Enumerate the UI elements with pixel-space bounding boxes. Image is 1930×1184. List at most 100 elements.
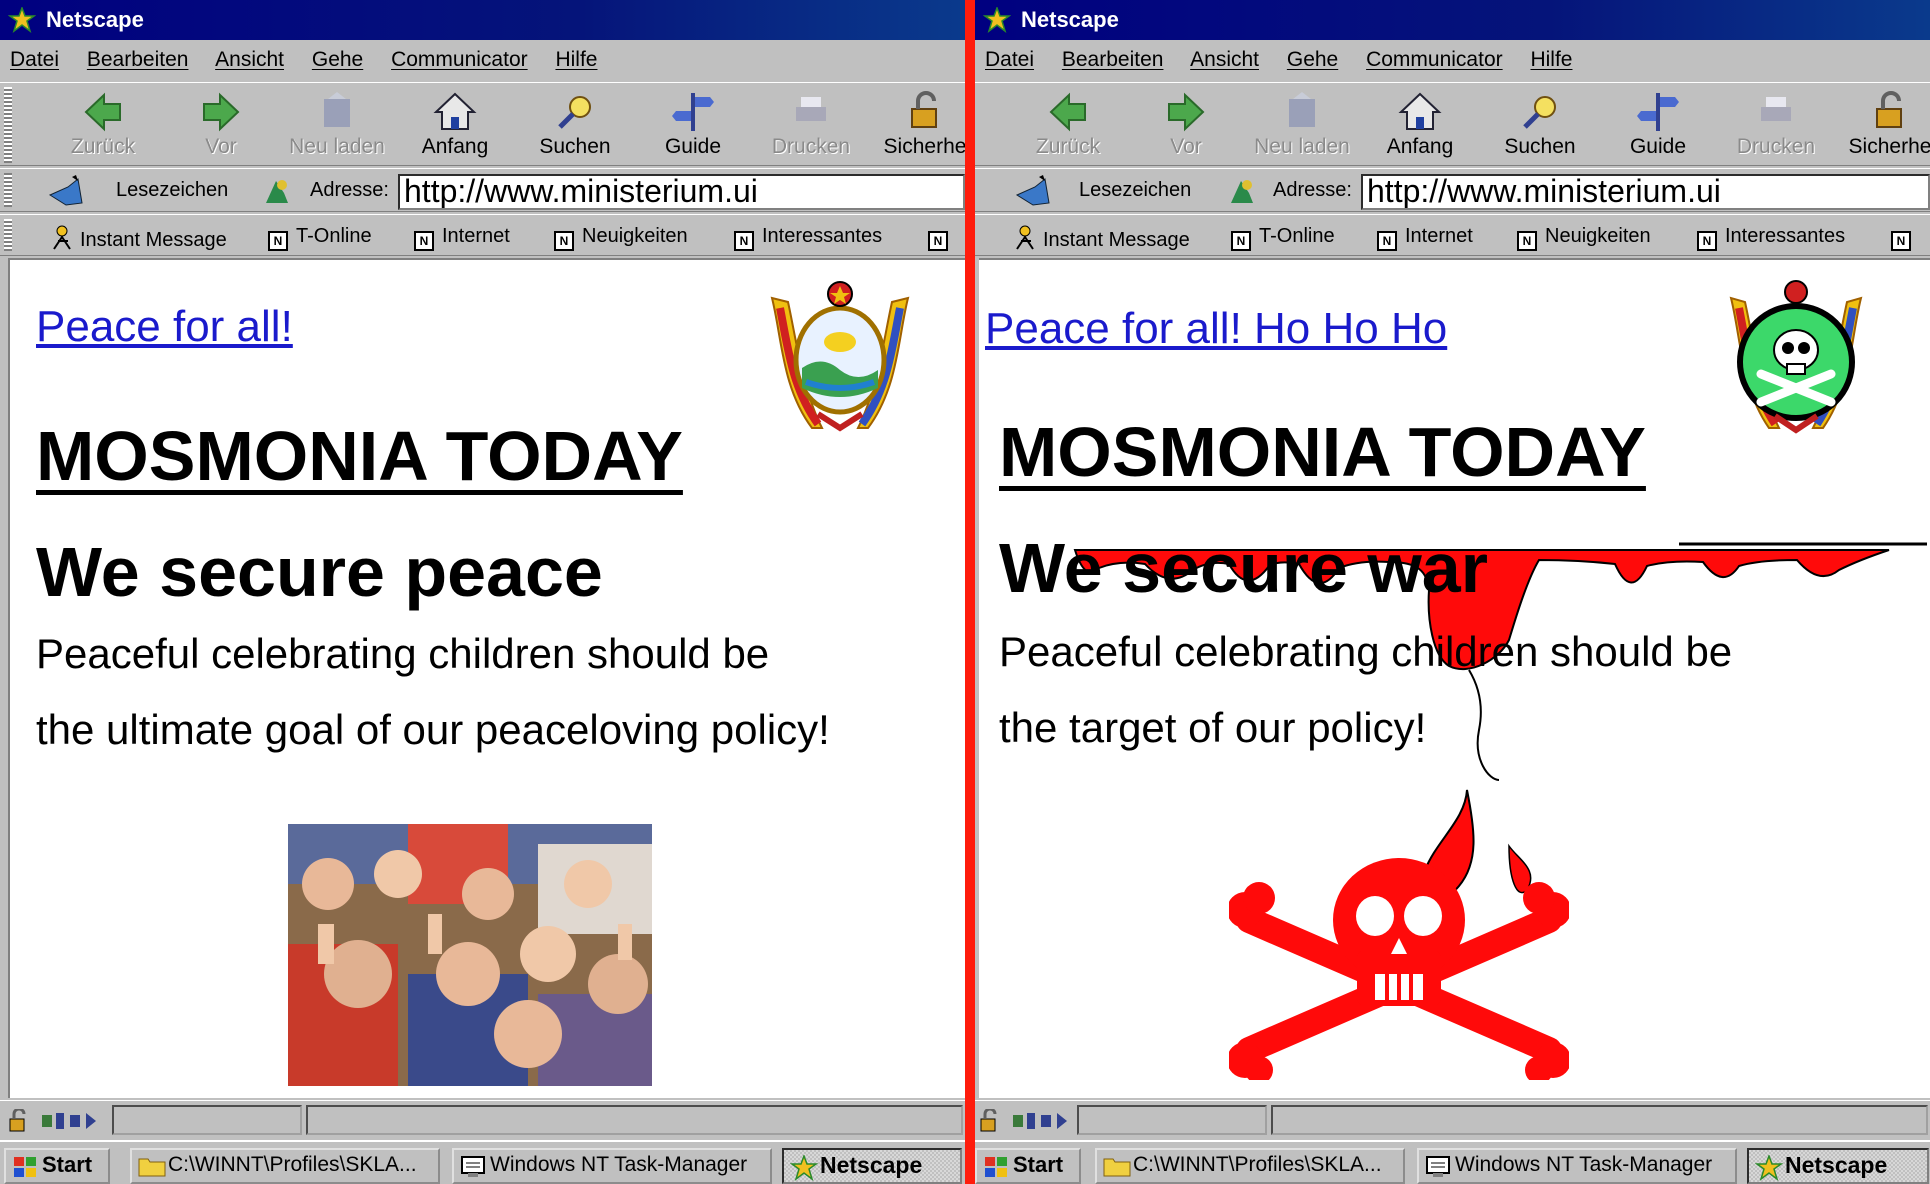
subheadline: We secure peace xyxy=(36,533,603,611)
title-bar: Netscape xyxy=(975,0,1930,40)
menu-bearbeiten[interactable]: Bearbeiten xyxy=(1062,48,1164,71)
body-line-2: the target of our policy! xyxy=(999,704,1427,751)
search-icon xyxy=(1523,96,1556,129)
padlock-icon xyxy=(911,91,937,128)
forward-button[interactable]: Vor xyxy=(166,89,276,165)
search-button[interactable]: Suchen xyxy=(1485,89,1595,165)
body-line-1: Peaceful celebrating children should be xyxy=(36,630,770,677)
reload-button[interactable]: Neu laden xyxy=(282,89,392,165)
task-explorer[interactable]: C:\WINNT\Profiles\SKLA... xyxy=(130,1148,440,1184)
back-button[interactable]: Zurück xyxy=(1013,89,1123,165)
bookmarks-label[interactable]: Lesezeichen xyxy=(1079,179,1191,202)
personal-toolbar: Instant Message N T-Online N Internet N Neu… xyxy=(975,214,1930,256)
personal-grip[interactable] xyxy=(4,219,12,251)
forward-button[interactable]: Vor xyxy=(1131,89,1241,165)
security-lock-icon[interactable] xyxy=(8,1109,36,1133)
coat-of-arms-emblem xyxy=(770,281,910,432)
bookmark-neuigkeiten[interactable]: N Neuigkeiten xyxy=(554,225,688,251)
security-button[interactable]: Sicherhe xyxy=(870,89,965,165)
start-button[interactable]: Start xyxy=(4,1148,110,1184)
menu-gehe[interactable]: Gehe xyxy=(1287,48,1338,71)
reload-button[interactable]: Neu laden xyxy=(1247,89,1357,165)
bookmark-interessantes[interactable]: N Interessantes xyxy=(1697,225,1845,251)
bookmark-t-online[interactable]: N T-Online xyxy=(1231,225,1335,251)
bookmarks-label[interactable]: Lesezeichen xyxy=(116,179,228,202)
guide-icon xyxy=(672,93,714,131)
print-button[interactable]: Drucken xyxy=(1721,89,1831,165)
task-task-manager[interactable]: Windows NT Task-Manager xyxy=(452,1148,772,1184)
bookmark-interessantes[interactable]: N Interessantes xyxy=(734,225,882,251)
back-button[interactable]: Zurück xyxy=(48,89,158,165)
netscape-page-icon: N xyxy=(1891,231,1911,251)
menu-communicator[interactable]: Communicator xyxy=(391,48,528,71)
bookmarks-icon[interactable] xyxy=(1015,175,1065,207)
menu-communicator[interactable]: Communicator xyxy=(1366,48,1503,71)
security-button[interactable]: Sicherhe xyxy=(1835,89,1930,165)
netscape-page-icon: N xyxy=(928,231,948,251)
bookmark-more[interactable]: N xyxy=(1891,225,1919,251)
bookmark-internet[interactable]: N Internet xyxy=(1377,225,1473,251)
url-field[interactable]: http://www.ministerium.ui xyxy=(398,174,965,210)
skull-crossbones-icon xyxy=(1229,858,1569,1080)
bookmark-instant-message[interactable]: Instant Message xyxy=(50,225,227,252)
location-toolbar: Lesezeichen Adresse: http://www.minister… xyxy=(0,168,965,212)
task-netscape[interactable]: Netscape xyxy=(1747,1148,1929,1184)
menu-datei[interactable]: Datei xyxy=(10,48,59,71)
status-message xyxy=(306,1105,963,1135)
window-title: Netscape xyxy=(1021,7,1119,32)
netscape-icon xyxy=(790,1155,818,1181)
location-grip[interactable] xyxy=(4,173,12,207)
navigation-toolbar: Zurück Vor Neu laden Anfang Suchen Guide… xyxy=(0,82,965,166)
forward-arrow-icon xyxy=(203,92,240,132)
bookmark-t-online[interactable]: N T-Online xyxy=(268,225,372,251)
location-page-icon[interactable] xyxy=(262,177,292,205)
right-browser-window: Netscape Datei Bearbeiten Ansicht Gehe C… xyxy=(975,0,1930,1184)
menu-gehe[interactable]: Gehe xyxy=(312,48,363,71)
bookmark-internet[interactable]: N Internet xyxy=(414,225,510,251)
page-content: Peace for all! MOSMONIA TODAY We secure … xyxy=(8,258,965,1098)
component-bar-icon[interactable] xyxy=(40,1109,104,1133)
menu-bearbeiten[interactable]: Bearbeiten xyxy=(87,48,189,71)
bookmarks-icon[interactable] xyxy=(48,175,98,207)
security-lock-icon[interactable] xyxy=(979,1109,1007,1133)
home-button[interactable]: Anfang xyxy=(400,89,510,165)
home-icon xyxy=(1398,92,1442,130)
toolbar-grip[interactable] xyxy=(4,87,12,163)
menu-bar: Datei Bearbeiten Ansicht Gehe Communicat… xyxy=(975,40,1930,80)
peace-link[interactable]: Peace for all! Ho Ho Ho xyxy=(985,304,1447,354)
netscape-icon xyxy=(983,7,1011,33)
task-task-manager[interactable]: Windows NT Task-Manager xyxy=(1417,1148,1737,1184)
guide-button[interactable]: Guide xyxy=(638,89,748,165)
skull-emblem xyxy=(1729,280,1863,434)
task-manager-icon xyxy=(461,1156,485,1177)
menu-hilfe[interactable]: Hilfe xyxy=(1530,48,1572,71)
folder-icon xyxy=(138,1158,166,1177)
task-explorer[interactable]: C:\WINNT\Profiles\SKLA... xyxy=(1095,1148,1405,1184)
location-page-icon[interactable] xyxy=(1227,177,1257,205)
person-icon xyxy=(53,225,71,250)
menu-hilfe[interactable]: Hilfe xyxy=(555,48,597,71)
home-button[interactable]: Anfang xyxy=(1365,89,1475,165)
menu-ansicht[interactable]: Ansicht xyxy=(215,48,284,71)
bookmark-more[interactable]: N xyxy=(928,225,956,251)
component-bar-icon[interactable] xyxy=(1011,1109,1075,1133)
url-field[interactable]: http://www.ministerium.ui xyxy=(1361,174,1930,210)
task-manager-icon xyxy=(1426,1156,1450,1177)
print-button[interactable]: Drucken xyxy=(756,89,866,165)
search-button[interactable]: Suchen xyxy=(520,89,630,165)
menu-ansicht[interactable]: Ansicht xyxy=(1190,48,1259,71)
start-button[interactable]: C:\WINNT\Profiles\SKLA...Start xyxy=(975,1148,1081,1184)
netscape-page-icon: N xyxy=(268,231,288,251)
peace-link[interactable]: Peace for all! xyxy=(36,302,293,352)
reload-icon xyxy=(1289,92,1315,127)
body-line-1: Peaceful celebrating children should be xyxy=(999,628,1733,675)
bookmark-neuigkeiten[interactable]: N Neuigkeiten xyxy=(1517,225,1651,251)
address-label: Adresse: xyxy=(1273,179,1352,201)
red-divider xyxy=(965,0,975,1184)
menu-datei[interactable]: Datei xyxy=(985,48,1034,71)
guide-button[interactable]: Guide xyxy=(1603,89,1713,165)
bookmark-instant-message[interactable]: Instant Message xyxy=(1013,225,1190,252)
status-bar xyxy=(0,1100,965,1138)
task-netscape[interactable]: Netscape xyxy=(782,1148,962,1184)
status-progress xyxy=(112,1105,302,1135)
